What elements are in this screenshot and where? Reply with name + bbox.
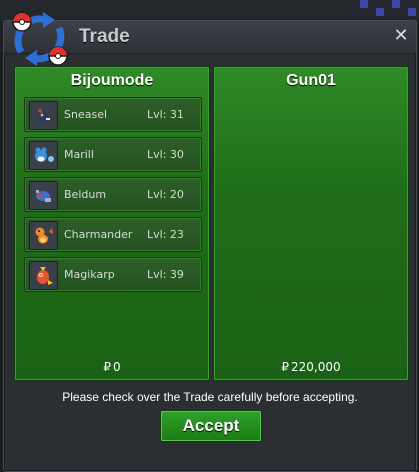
pokemon-slot[interactable]: Charmander Lvl: 23 [24, 217, 202, 252]
pokemon-level: Lvl: 30 [147, 148, 184, 161]
pokemon-name: Magikarp [64, 268, 115, 281]
left-money-offer: ₽0 [15, 360, 209, 374]
pokemon-name: Beldum [64, 188, 107, 201]
close-button[interactable]: ✕ [392, 27, 410, 45]
marill-sprite-icon [29, 141, 58, 170]
left-money-amount: 0 [113, 360, 121, 374]
pokemon-slot[interactable]: Sneasel Lvl: 31 [24, 97, 202, 132]
right-trade-panel: Gun01 ₽220,000 [213, 66, 409, 381]
window-title: Trade [79, 26, 130, 47]
pokemon-level: Lvl: 23 [147, 228, 184, 241]
trade-arrows-pokeball-icon [12, 12, 68, 66]
left-trainer-name: Bijoumode [70, 72, 154, 89]
pokemon-slot[interactable]: Marill Lvl: 30 [24, 137, 202, 172]
pokemon-name: Charmander [64, 228, 133, 241]
accept-button[interactable]: Accept [160, 410, 262, 442]
right-money-amount: 220,000 [291, 360, 341, 374]
trade-notice: Please check over the Trade carefully be… [62, 390, 358, 404]
left-trade-panel: Bijoumode Sneasel Lvl: 31 Marill Lvl: 30… [14, 66, 210, 381]
pokemon-level: Lvl: 31 [147, 108, 184, 121]
sneasel-sprite-icon [29, 101, 58, 130]
left-pokemon-list: Sneasel Lvl: 31 Marill Lvl: 30 Beldum Lv… [24, 97, 202, 297]
beldum-sprite-icon [29, 181, 58, 210]
trade-window: Trade ✕ Bijoumode Sneasel Lvl: 31 Marill… [3, 12, 417, 472]
pokedollar-symbol: ₽ [103, 360, 111, 374]
pokemon-level: Lvl: 20 [147, 188, 184, 201]
backdrop-tile [392, 0, 400, 8]
magikarp-sprite-icon [29, 261, 58, 290]
pokemon-level: Lvl: 39 [147, 268, 184, 281]
pokemon-name: Sneasel [64, 108, 108, 121]
right-trainer-name: Gun01 [286, 72, 336, 89]
pokemon-name: Marill [64, 148, 94, 161]
pokemon-slot[interactable]: Magikarp Lvl: 39 [24, 257, 202, 292]
charmander-sprite-icon [29, 221, 58, 250]
right-money-offer: ₽220,000 [214, 360, 408, 374]
backdrop-tile [376, 8, 384, 16]
backdrop-tile [408, 8, 416, 16]
pokedollar-symbol: ₽ [281, 360, 289, 374]
backdrop-tile [360, 0, 368, 8]
pokemon-slot[interactable]: Beldum Lvl: 20 [24, 177, 202, 212]
